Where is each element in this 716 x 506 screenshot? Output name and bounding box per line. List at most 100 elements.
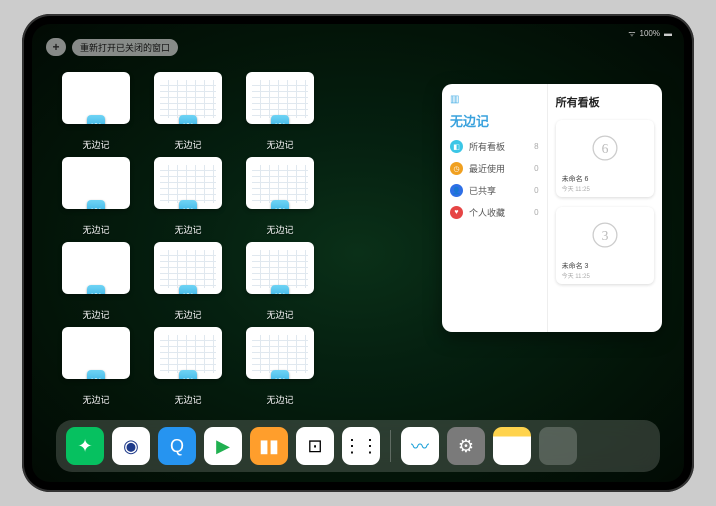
board-time: 今天 11:25 (562, 184, 648, 193)
thumbnail-label: 无边记 (266, 223, 293, 236)
freeform-app-icon: 〰 (87, 115, 105, 124)
reopen-closed-window-button[interactable]: 重新打开已关闭的窗口 (72, 39, 178, 56)
dock-app-freeform[interactable]: 〰 (401, 427, 439, 465)
sidebar-item-count: 8 (534, 142, 538, 151)
sidebar-item-label: 个人收藏 (469, 206, 505, 219)
freeform-app-icon: 〰 (271, 370, 289, 379)
new-window-button[interactable]: + (46, 38, 66, 56)
app-switcher-thumbnail[interactable]: 〰无边记 (56, 157, 136, 242)
app-switcher-thumbnail[interactable]: 〰无边记 (240, 242, 320, 327)
freeform-panel[interactable]: ••• ▥ 无边记 ◧所有看板8◷最近使用0👤已共享0♥个人收藏0 所有看板 6… (442, 84, 662, 332)
board-title: 未命名 6 (562, 174, 648, 184)
app-switcher-thumbnail[interactable]: 〰无边记 (148, 242, 228, 327)
thumbnail-preview: 〰 (62, 157, 130, 209)
app-switcher-thumbnail[interactable]: 〰无边记 (240, 72, 320, 157)
freeform-app-icon: 〰 (271, 285, 289, 294)
thumbnail-label: 无边记 (266, 308, 293, 321)
dock-app-dice[interactable]: ⊡ (296, 427, 334, 465)
sidebar-item-icon: ♥ (450, 206, 463, 219)
app-switcher-thumbnail[interactable]: 〰无边记 (56, 242, 136, 327)
sidebar-item-count: 0 (534, 208, 538, 217)
top-controls: + 重新打开已关闭的窗口 (46, 38, 178, 56)
board-thumbnail: 3 (560, 211, 650, 259)
sidebar-item-label: 最近使用 (469, 162, 505, 175)
svg-text:3: 3 (601, 228, 608, 243)
app-switcher-thumbnail[interactable]: 〰无边记 (56, 72, 136, 157)
ipad-frame: ᯤ 100% ▬ + 重新打开已关闭的窗口 〰无边记〰无边记〰无边记〰无边记〰无… (22, 14, 694, 492)
thumbnail-label: 无边记 (174, 308, 201, 321)
app-switcher-thumbnail[interactable]: 〰无边记 (148, 72, 228, 157)
thumbnail-preview: 〰 (62, 72, 130, 124)
dock-app-notes[interactable] (493, 427, 531, 465)
dock-app-wechat[interactable]: ✦ (66, 427, 104, 465)
panel-content: 所有看板 6未命名 6今天 11:253未命名 3今天 11:25 (548, 84, 662, 332)
app-switcher-thumbnail[interactable]: 〰无边记 (56, 327, 136, 412)
sidebar-item-icon: 👤 (450, 184, 463, 197)
app-switcher-thumbnail[interactable]: 〰无边记 (240, 157, 320, 242)
app-switcher-thumbnail[interactable]: 〰无边记 (240, 327, 320, 412)
battery-label: 100% (640, 29, 660, 38)
sidebar-item-label: 已共享 (469, 184, 496, 197)
screen: ᯤ 100% ▬ + 重新打开已关闭的窗口 〰无边记〰无边记〰无边记〰无边记〰无… (32, 24, 684, 482)
freeform-app-icon: 〰 (271, 115, 289, 124)
dock-app-library[interactable] (539, 427, 577, 465)
dock: ✦◉Q▶▮▮⊡⋮⋮ 〰⚙ (56, 420, 660, 472)
dock-app-qq-browser[interactable]: Q (158, 427, 196, 465)
freeform-app-icon: 〰 (271, 200, 289, 209)
freeform-app-icon: 〰 (87, 285, 105, 294)
thumbnail-label: 无边记 (174, 138, 201, 151)
board-title: 未命名 3 (562, 261, 648, 271)
app-switcher-thumbnail[interactable]: 〰无边记 (148, 327, 228, 412)
thumbnail-label: 无边记 (82, 138, 109, 151)
freeform-app-icon: 〰 (87, 200, 105, 209)
dock-app-play[interactable]: ▶ (204, 427, 242, 465)
freeform-app-icon: 〰 (179, 115, 197, 124)
freeform-app-icon: 〰 (179, 200, 197, 209)
dock-app-nodes[interactable]: ⋮⋮ (342, 427, 380, 465)
board-meta: 未命名 3今天 11:25 (560, 259, 650, 280)
panel-right-title: 所有看板 (556, 94, 654, 110)
thumbnail-preview: 〰 (62, 327, 130, 379)
sidebar-item-icon: ◷ (450, 162, 463, 175)
app-switcher-thumbnail[interactable]: 〰无边记 (148, 157, 228, 242)
board-card[interactable]: 3 未命名 3今天 11:25 (556, 207, 654, 284)
thumbnail-label: 无边记 (82, 393, 109, 406)
wifi-icon: ᯤ (628, 28, 635, 39)
board-meta: 未命名 6今天 11:25 (560, 172, 650, 193)
thumbnail-preview: 〰 (246, 157, 314, 209)
board-time: 今天 11:25 (562, 271, 648, 280)
thumbnail-preview: 〰 (154, 157, 222, 209)
thumbnail-preview: 〰 (62, 242, 130, 294)
thumbnail-label: 无边记 (174, 393, 201, 406)
thumbnail-preview: 〰 (246, 242, 314, 294)
board-card[interactable]: 6 未命名 6今天 11:25 (556, 120, 654, 197)
dock-separator (390, 430, 391, 462)
thumbnail-label: 无边记 (82, 308, 109, 321)
sidebar-item-label: 所有看板 (469, 140, 505, 153)
svg-text:6: 6 (601, 141, 608, 156)
thumbnail-preview: 〰 (154, 327, 222, 379)
sidebar-item-icon: ◧ (450, 140, 463, 153)
thumbnail-label: 无边记 (174, 223, 201, 236)
panel-sidebar: ▥ 无边记 ◧ 所有看板 8 ◷ 最近使用 0 👤 已共享 0 ♥ 个人收藏 0 (442, 84, 548, 332)
panel-left-title: 无边记 (450, 111, 539, 130)
sidebar-item[interactable]: 👤 已共享 0 (450, 184, 539, 197)
freeform-app-icon: 〰 (87, 370, 105, 379)
sidebar-toggle-icon[interactable]: ▥ (450, 94, 539, 105)
dock-app-settings[interactable]: ⚙ (447, 427, 485, 465)
sidebar-item[interactable]: ◧ 所有看板 8 (450, 140, 539, 153)
sidebar-item-count: 0 (534, 186, 538, 195)
battery-icon: ▬ (664, 29, 672, 38)
sidebar-item-count: 0 (534, 164, 538, 173)
thumbnail-preview: 〰 (246, 72, 314, 124)
sidebar-item[interactable]: ◷ 最近使用 0 (450, 162, 539, 175)
dock-app-books[interactable]: ▮▮ (250, 427, 288, 465)
dock-app-tencent-video[interactable]: ◉ (112, 427, 150, 465)
reopen-label: 重新打开已关闭的窗口 (80, 43, 170, 53)
thumbnail-label: 无边记 (82, 223, 109, 236)
plus-icon: + (52, 40, 59, 54)
thumbnail-preview: 〰 (246, 327, 314, 379)
status-bar: ᯤ 100% ▬ (628, 28, 672, 39)
board-thumbnail: 6 (560, 124, 650, 172)
sidebar-item[interactable]: ♥ 个人收藏 0 (450, 206, 539, 219)
